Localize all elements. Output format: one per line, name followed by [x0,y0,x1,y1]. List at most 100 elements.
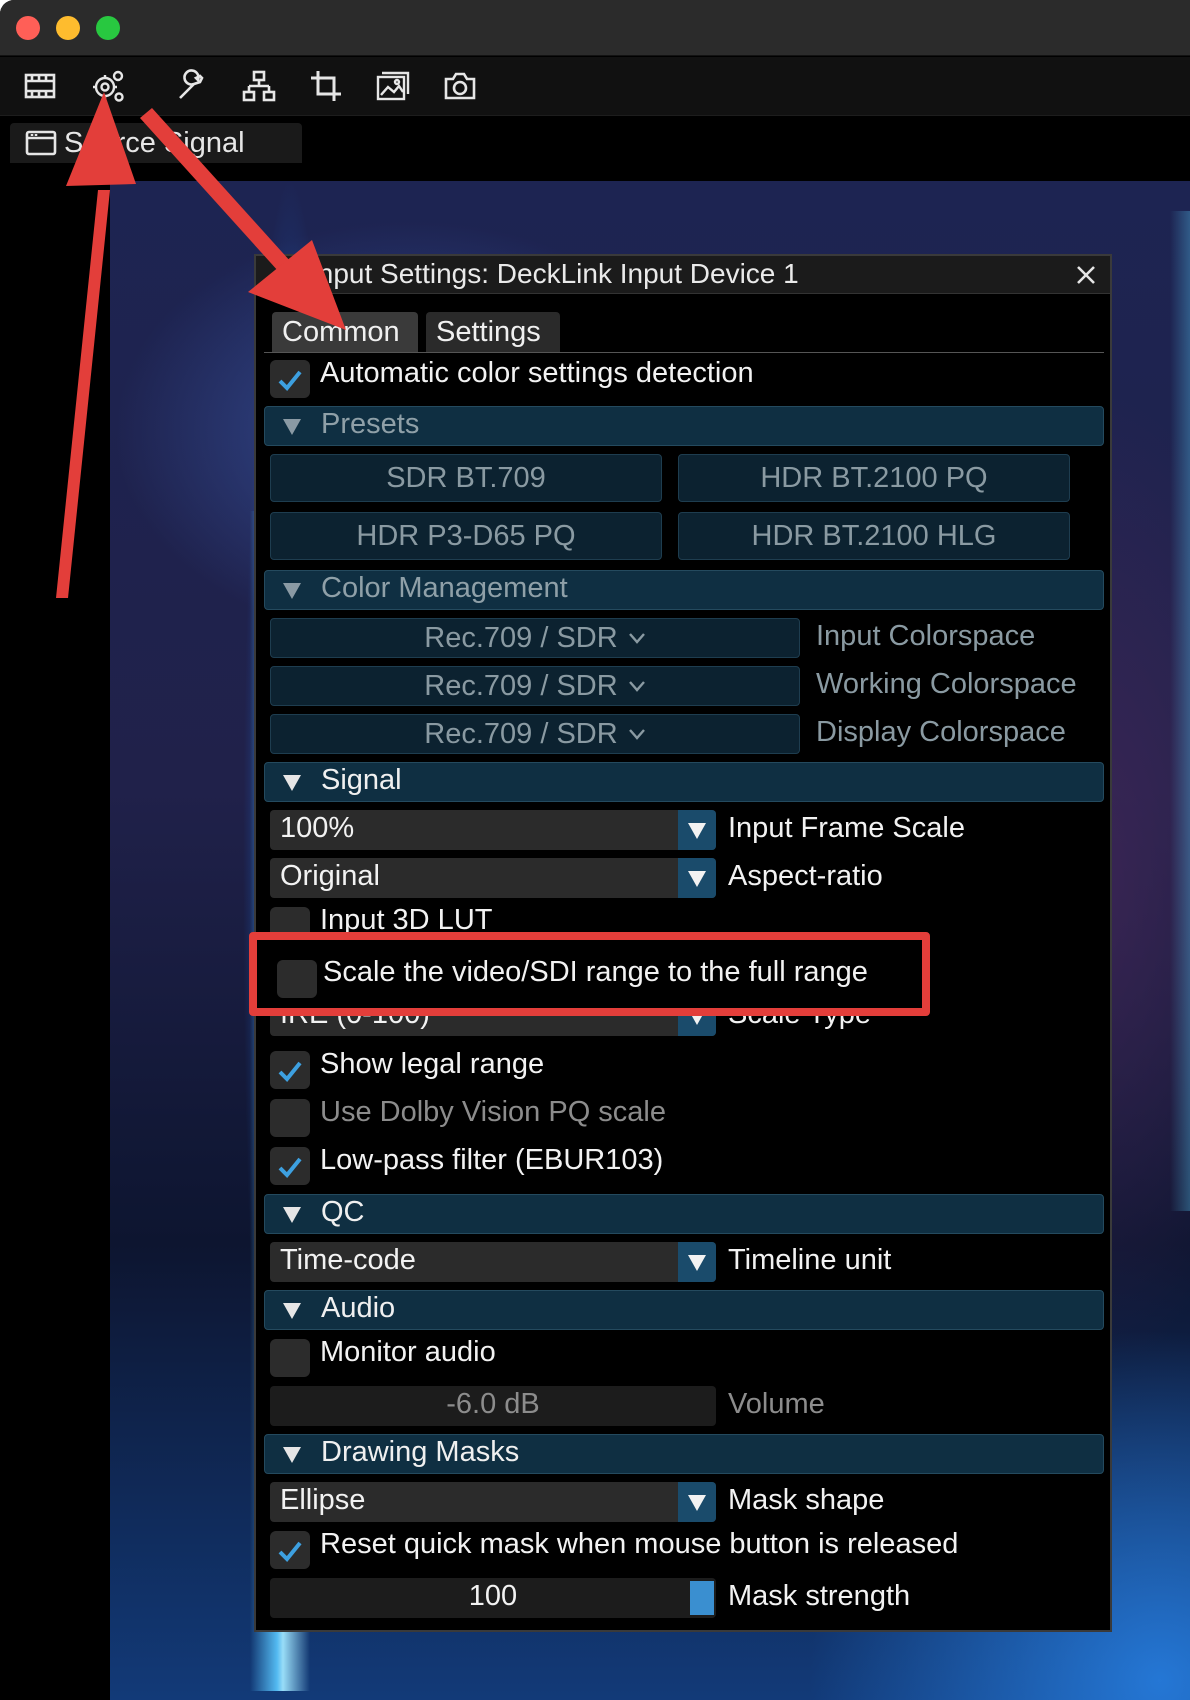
legal-range-checkbox[interactable] [270,1051,310,1089]
mask-shape-value: Ellipse [280,1484,366,1516]
input-frame-scale-value: 100% [280,812,355,844]
reset-quick-mask-row: Reset quick mask when mouse button is re… [256,1526,1110,1570]
expand-triangle-icon [283,583,301,599]
gear-icon[interactable] [84,63,132,109]
expand-triangle-icon [283,1447,301,1463]
input-frame-scale-label: Input Frame Scale [728,812,965,844]
tab-divider [264,352,1104,353]
drawing-masks-section-header[interactable]: Drawing Masks [264,1434,1104,1474]
source-signal-tab[interactable]: Source Signal [10,123,302,163]
expand-triangle-icon [283,1303,301,1319]
chevron-down-icon [628,681,645,692]
tab-common[interactable]: Common [272,312,418,352]
auto-color-label: Automatic color settings detection [320,357,754,389]
annotation-highlight-box: Scale the video/SDI range to the full ra… [249,932,930,1016]
chevron-down-icon [628,729,645,740]
working-colorspace-label: Working Colorspace [816,668,1077,700]
preset-sdr-bt709-button[interactable]: SDR BT.709 [270,454,662,502]
scale-range-checkbox[interactable] [277,960,317,998]
lowpass-filter-label: Low-pass filter (EBUR103) [320,1144,664,1176]
auto-color-checkbox[interactable] [270,360,310,398]
input-frame-scale-select[interactable]: 100% [270,810,716,850]
working-colorspace-value: Rec.709 / SDR [424,669,618,702]
volume-label: Volume [728,1388,825,1420]
legal-range-row: Show legal range [256,1046,1110,1090]
dolby-pq-checkbox[interactable] [270,1099,310,1137]
window-icon [25,130,57,156]
dolby-pq-label: Use Dolby Vision PQ scale [320,1096,667,1128]
volume-slider[interactable]: -6.0 dB [270,1386,716,1426]
display-colorspace-dropdown[interactable]: Rec.709 / SDR [270,714,800,754]
checkmark-icon [278,1157,302,1178]
app-window: Source Signal Input Settings: DeckLink I… [0,0,1190,1700]
lowpass-filter-row: Low-pass filter (EBUR103) [256,1142,1110,1186]
working-colorspace-dropdown[interactable]: Rec.709 / SDR [270,666,800,706]
scale-range-label: Scale the video/SDI range to the full ra… [323,956,868,988]
display-colorspace-label: Display Colorspace [816,716,1066,748]
title-bar [0,0,1190,56]
dialog-title-bar[interactable]: Input Settings: DeckLink Input Device 1 [256,256,1110,294]
network-icon[interactable] [235,63,283,109]
gallery-icon[interactable] [369,63,417,109]
expand-triangle-icon [283,775,301,791]
dropdown-arrow-icon [678,858,716,898]
qc-section-header[interactable]: QC [264,1194,1104,1234]
reset-quick-mask-label: Reset quick mask when mouse button is re… [320,1528,959,1560]
aspect-ratio-label: Aspect-ratio [728,860,883,892]
monitor-audio-label: Monitor audio [320,1336,496,1368]
presets-section-header[interactable]: Presets [264,406,1104,446]
qc-section-label: QC [321,1196,365,1228]
maximize-window-button[interactable] [96,16,120,40]
close-icon [1077,266,1095,284]
monitor-audio-checkbox[interactable] [270,1339,310,1377]
camera-icon[interactable] [436,63,484,109]
display-colorspace-value: Rec.709 / SDR [424,717,618,750]
slider-handle[interactable] [690,1581,714,1615]
close-window-button[interactable] [16,16,40,40]
color-management-section-label: Color Management [321,572,568,604]
auto-color-row: Automatic color settings detection [256,355,1110,399]
dropdown-arrow-icon [678,1482,716,1522]
preset-hdr-bt2100-hlg-button[interactable]: HDR BT.2100 HLG [678,512,1070,560]
tab-settings[interactable]: Settings [426,312,560,352]
drawing-masks-section-label: Drawing Masks [321,1436,520,1468]
minimize-window-button[interactable] [56,16,80,40]
audio-section-label: Audio [321,1292,396,1324]
dialog-close-button[interactable] [1070,259,1102,291]
crop-icon[interactable] [302,63,350,109]
signal-section-label: Signal [321,764,402,796]
expand-triangle-icon [283,419,301,435]
timeline-unit-label: Timeline unit [728,1244,892,1276]
audio-section-header[interactable]: Audio [264,1290,1104,1330]
signal-section-header[interactable]: Signal [264,762,1104,802]
dropdown-arrow-icon [678,810,716,850]
input-colorspace-dropdown[interactable]: Rec.709 / SDR [270,618,800,658]
preset-hdr-bt2100-pq-button[interactable]: HDR BT.2100 PQ [678,454,1070,502]
lowpass-filter-checkbox[interactable] [270,1147,310,1185]
mask-strength-value: 100 [468,1580,518,1612]
checkmark-icon [278,370,302,391]
aspect-ratio-value: Original [280,860,380,892]
monitor-audio-row: Monitor audio [256,1334,1110,1378]
chevron-down-icon [628,633,645,644]
color-management-section-header[interactable]: Color Management [264,570,1104,610]
dolby-pq-row: Use Dolby Vision PQ scale [256,1094,1110,1138]
document-tab-strip: Source Signal [0,117,1190,163]
volume-value: -6.0 dB [446,1388,540,1420]
mask-shape-select[interactable]: Ellipse [270,1482,716,1522]
timeline-unit-select[interactable]: Time-code [270,1242,716,1282]
aspect-ratio-select[interactable]: Original [270,858,716,898]
source-signal-label: Source Signal [64,126,245,159]
legal-range-label: Show legal range [320,1048,545,1080]
presets-section-label: Presets [321,408,420,440]
wrench-icon[interactable] [168,63,216,109]
reset-quick-mask-checkbox[interactable] [270,1531,310,1569]
mask-shape-label: Mask shape [728,1484,885,1516]
mask-strength-label: Mask strength [728,1580,911,1612]
checkmark-icon [278,1061,302,1082]
preset-hdr-p3-d65-pq-button[interactable]: HDR P3-D65 PQ [270,512,662,560]
mask-strength-slider[interactable]: 100 [270,1578,716,1618]
input-colorspace-value: Rec.709 / SDR [424,621,618,654]
dropdown-arrow-icon [678,1242,716,1282]
timeline-icon[interactable] [16,63,64,109]
